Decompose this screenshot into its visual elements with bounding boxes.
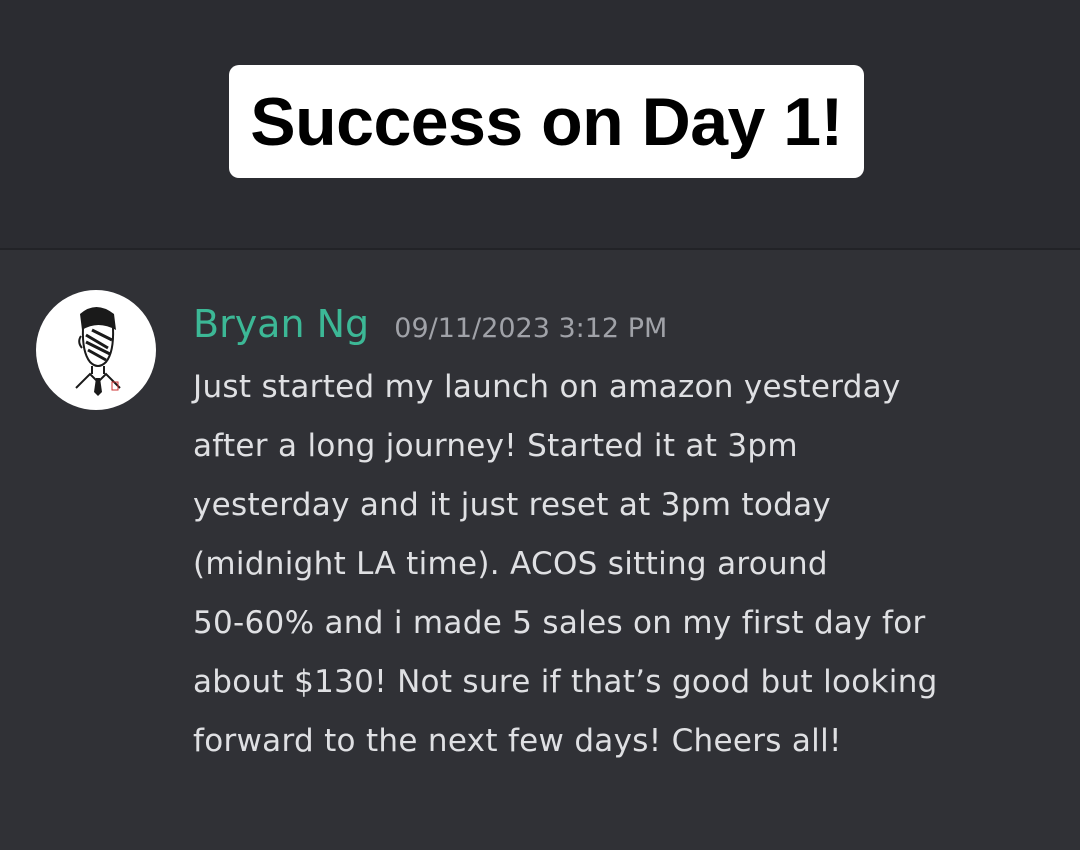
message-line: yesterday and it just reset at 3pm today (193, 487, 832, 523)
message-body: Just started my launch on amazon yesterd… (193, 358, 1043, 771)
message-line: about $130! Not sure if that’s good but … (193, 664, 938, 700)
message-line: (midnight LA time). ACOS sitting around (193, 546, 828, 582)
username[interactable]: Bryan Ng (193, 302, 369, 346)
message-line: after a long journey! Started it at 3pm (193, 428, 798, 464)
sketch-portrait-avatar-icon (75, 307, 121, 396)
message-header: Bryan Ng 09/11/2023 3:12 PM (193, 302, 667, 346)
banner-title: Success on Day 1! (250, 83, 843, 160)
title-banner: Success on Day 1! (229, 65, 864, 178)
avatar[interactable] (36, 290, 156, 410)
chat-message: Bryan Ng 09/11/2023 3:12 PM Just started… (0, 250, 1080, 850)
message-line: forward to the next few days! Cheers all… (193, 723, 842, 759)
timestamp: 09/11/2023 3:12 PM (394, 313, 668, 344)
message-line: Just started my launch on amazon yesterd… (193, 369, 901, 405)
message-line: 50-60% and i made 5 sales on my first da… (193, 605, 926, 641)
